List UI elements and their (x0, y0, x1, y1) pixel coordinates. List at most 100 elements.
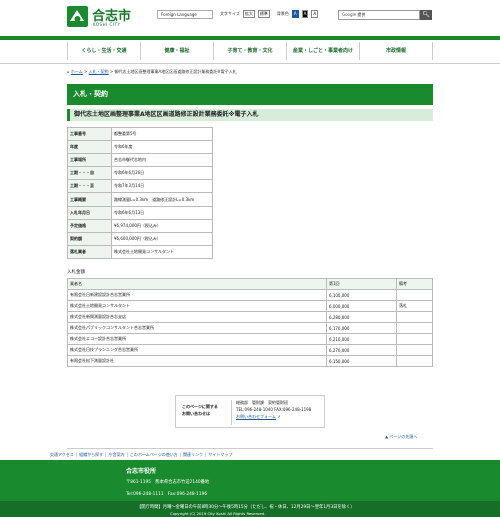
contact-title-line: このページに関する (182, 404, 218, 409)
bid-amount: 6,270,000 (326, 344, 397, 356)
page-top-link[interactable]: ▲ ページの先頭へ (385, 434, 417, 440)
bidder-name: 株式会社エコー設計合志営業所 (67, 333, 327, 345)
bid-note (396, 311, 433, 323)
bid-note (396, 322, 433, 334)
footer-link-sitemap[interactable]: サイトマップ (208, 452, 232, 458)
search-icon: 🔍︎ (422, 11, 430, 18)
info-key: 落札業者 (67, 244, 112, 259)
info-value: 都整委第5号 (111, 126, 213, 142)
column-header: 備考 (396, 278, 433, 290)
info-key: 工期・・・至 (67, 179, 112, 194)
table-row: 株式会社土地開発コンサルタント 6,000,000 落札 (67, 300, 433, 312)
nav-item-life[interactable]: くらし・生活・交通 (67, 42, 140, 60)
info-value: 令和6年6月13日 (111, 205, 213, 220)
bidder-name: 有限会社日新建設設計合志営業所 (67, 289, 327, 301)
info-key: 工期・・・自 (67, 166, 112, 181)
table-row: 予定価格 ¥6,974,000円（税込み） (67, 218, 213, 233)
foreign-language-button[interactable]: Foreign Language (157, 9, 213, 19)
table-row: 年度 令和6年度 (67, 140, 213, 155)
external-link-icon: ↗ (277, 414, 281, 419)
table-row: 株式会社新興測量設計合志支店 6,280,000 (67, 311, 433, 323)
footer-links: 交通アクセス | 組織から探す | 庁舎案内 | このホームページの使い方 | 関連リン… (50, 452, 233, 458)
contrast-label: 背景色 (276, 11, 289, 16)
contrast-black-button[interactable]: A (301, 10, 309, 18)
info-value: 令和6年度 (111, 140, 213, 155)
info-value: 令和6年6月26日 (111, 166, 213, 181)
table-row: 入札年月日 令和6年6月13日 (67, 205, 213, 220)
header-tools: Foreign Language 文字サイズ 拡大 標準 背景色 A A A (157, 9, 319, 19)
global-nav: くらし・生活・交通 健康・福祉 子育て・教育・文化 産業・しごと・事業者向け 市… (67, 42, 433, 60)
bid-note (396, 333, 433, 345)
bid-amount-label: 入札金額 (67, 270, 85, 275)
table-row: 落札業者 株式会社土地開発コンサルタント (67, 244, 213, 259)
site-footer: 合志市役所 〒861-1195 熊本県合志市竹迫2140番地 Tel:096-2… (0, 460, 500, 517)
info-value: 路線測量L=0.3km 道路修正設計L=0.3km (111, 192, 213, 207)
page-title: 御代志土地区画整理事業A地区区画道路修正設計業務委託※電子入札 (67, 109, 433, 121)
contact-divider (231, 400, 232, 425)
text-enlarge-button[interactable]: 拡大 (242, 10, 255, 18)
bid-amount: 6,210,000 (326, 333, 397, 345)
bid-amount: 6,280,000 (326, 311, 397, 323)
table-row: 契約額 ¥6,600,000円（税込み） (67, 231, 213, 246)
nav-item-education[interactable]: 子育て・教育・文化 (213, 42, 286, 60)
footer-link-related[interactable]: 関連リンク (183, 452, 203, 458)
bidder-name: 株式会社新興測量設計合志支店 (67, 311, 327, 323)
contrast-blue-button[interactable]: A (291, 10, 299, 18)
site-header: 合志市 KOSHI CITY Foreign Language 文字サイズ 拡大… (0, 0, 500, 36)
breadcrumb-bid[interactable]: 入札・契約 (89, 69, 109, 74)
site-subtitle: KOSHI CITY (93, 22, 121, 27)
footer-link-access[interactable]: 交通アクセス (50, 452, 74, 458)
table-row: 工事番号 都整委第5号 (67, 126, 213, 142)
bidder-name: 有限会社松下測量設計社 (67, 355, 327, 367)
city-logo-icon[interactable] (67, 6, 88, 27)
table-header-row: 業者名 第1回 備考 (67, 278, 433, 290)
header-divider (0, 36, 500, 40)
bidder-name: 株式会社日技プランニング合志営業所 (67, 344, 327, 356)
contact-dept: 総務部 管財課 契約管財班 (236, 400, 288, 405)
breadcrumb-home[interactable]: ホーム (71, 69, 83, 74)
table-row: 株式会社日技プランニング合志営業所 6,270,000 (67, 344, 433, 356)
footer-address: 〒861-1195 熊本県合志市竹迫2140番地 (126, 480, 210, 485)
contact-tel: TEL:096-248-1040 FAX:096-248-1198 (236, 407, 312, 412)
info-value: 合志市御代志地内 (111, 153, 213, 168)
bid-note (396, 355, 433, 367)
bidder-name: 株式会社土地開発コンサルタント (67, 300, 327, 312)
bid-note (396, 344, 433, 356)
footer-copyright: Copyright (C) 2019 City Koshi All Rights… (170, 511, 266, 516)
up-arrow-icon: ▲ (385, 434, 389, 439)
info-key: 入札年月日 (67, 205, 112, 220)
search-button[interactable]: 🔍︎ (420, 10, 432, 20)
info-value: 令和7年3月14日 (111, 179, 213, 194)
bid-amount: 6,100,000 (326, 289, 397, 301)
bidder-name: 株式会社パブリックコンサルタント合志営業所 (67, 322, 327, 334)
footer-divider (67, 448, 433, 449)
page-top-label: ページの先頭へ (389, 434, 418, 439)
info-value: 株式会社土地開発コンサルタント (111, 244, 213, 259)
bid-table: 業者名 第1回 備考 有限会社日新建設設計合志営業所 6,100,000 株式会社… (67, 278, 433, 367)
contact-title: このページに関する お問い合わせは (182, 403, 218, 417)
table-row: 有限会社日新建設設計合志営業所 6,100,000 (67, 289, 433, 301)
table-row: 株式会社エコー設計合志営業所 6,210,000 (67, 333, 433, 345)
nav-item-health[interactable]: 健康・福祉 (140, 42, 213, 60)
table-row: 工期・・・自 令和6年6月26日 (67, 166, 213, 181)
nav-item-business[interactable]: 産業・しごと・事業者向け (286, 42, 359, 60)
info-key: 工事場所 (67, 153, 112, 168)
contact-box: このページに関する お問い合わせは 総務部 管財課 契約管財班 TEL:096-… (175, 395, 325, 428)
footer-link-office[interactable]: 庁舎案内 (109, 452, 125, 458)
contrast-white-button[interactable]: A (311, 10, 319, 18)
footer-link-howto[interactable]: このホームページの使い方 (130, 452, 178, 458)
contact-details: 総務部 管財課 契約管財班 TEL:096-248-1040 FAX:096-2… (236, 399, 311, 420)
contact-form-link[interactable]: お問い合わせフォーム (236, 414, 276, 419)
nav-item-government[interactable]: 市政情報 (359, 42, 433, 60)
footer-link-org[interactable]: 組織から探す (79, 452, 103, 458)
search-input[interactable]: Google 提供 (338, 10, 420, 20)
info-key: 予定価格 (67, 218, 112, 233)
table-row: 有限会社松下測量設計社 6,150,000 (67, 355, 433, 367)
nav-divider (0, 63, 500, 64)
info-key: 工事概要 (67, 192, 112, 207)
search-brand: Google (342, 12, 357, 17)
bid-amount: 6,150,000 (326, 355, 397, 367)
text-size-label: 文字サイズ (220, 11, 240, 16)
column-header: 業者名 (67, 278, 327, 290)
text-standard-button[interactable]: 標準 (257, 10, 270, 18)
